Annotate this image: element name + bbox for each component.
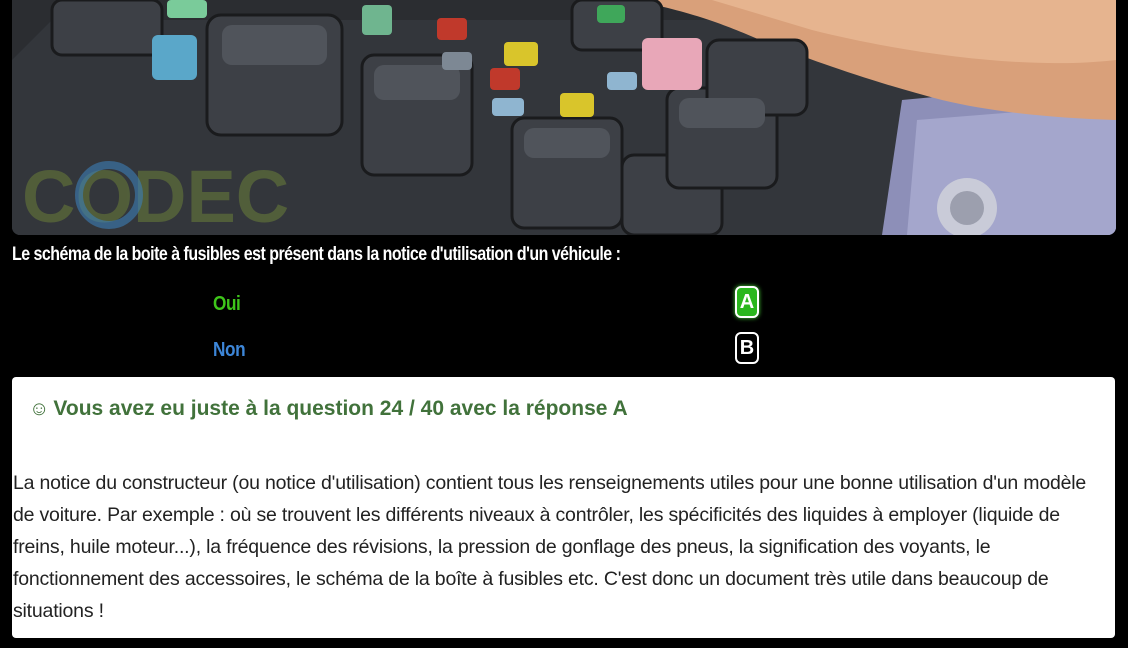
question-text: Le schéma de la boite à fusibles est pré… (12, 244, 621, 265)
answer-letter-badge[interactable]: B (735, 332, 759, 364)
answer-letter-badge[interactable]: A (735, 286, 759, 318)
answer-label: Non (213, 339, 246, 361)
answer-option-b[interactable]: Non B (0, 330, 1128, 370)
watermark-logo: CODEC (22, 155, 289, 235)
result-title-text: Vous avez eu juste à la question 24 / 40… (53, 397, 628, 420)
result-panel: ☺ Vous avez eu juste à la question 24 / … (12, 377, 1115, 638)
answer-label: Oui (213, 293, 241, 315)
fuse-box-photo: CODEC (12, 0, 1116, 235)
answer-option-a[interactable]: Oui A (0, 284, 1128, 324)
fuse-box-illustration: CODEC (12, 0, 1116, 235)
smile-icon: ☺ (29, 397, 50, 420)
explanation-text: La notice du constructeur (ou notice d'u… (13, 472, 1087, 622)
result-title: ☺ Vous avez eu juste à la question 24 / … (29, 397, 628, 421)
